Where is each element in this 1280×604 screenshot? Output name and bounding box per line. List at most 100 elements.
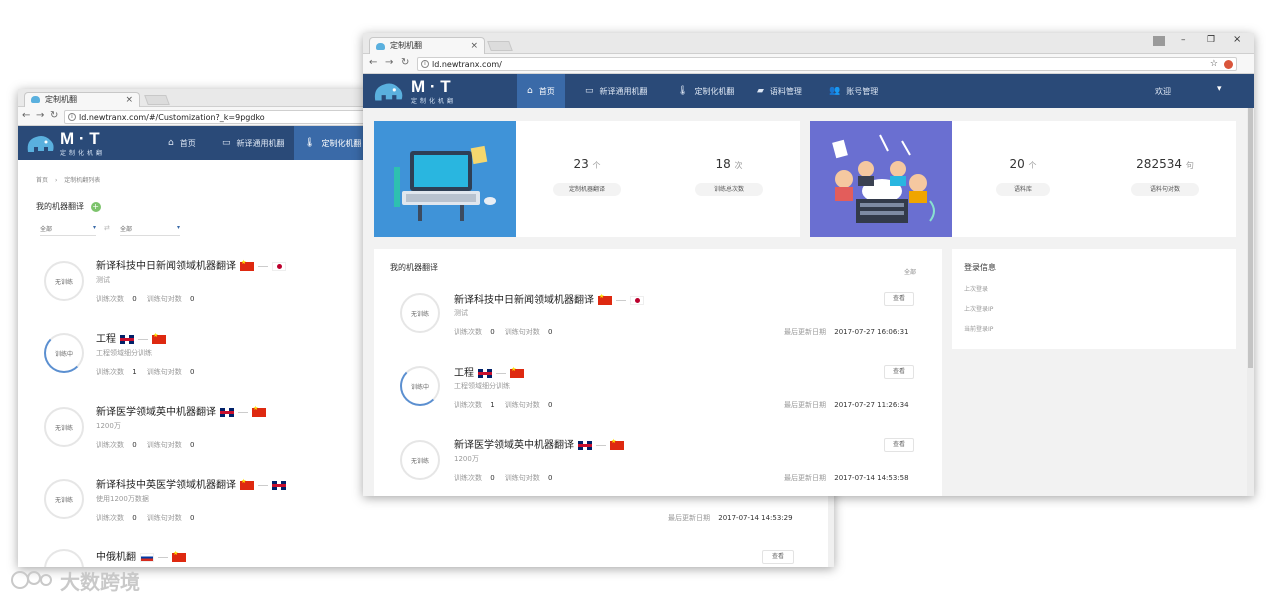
item-2-stats: 训练次数 0 训练句对数 0 [454,473,552,483]
last-login-ip-label: 上次登录IP [964,306,994,313]
reload-icon[interactable]: ↻ [50,110,58,121]
back-arrow-icon[interactable]: ← [22,110,30,121]
stat-value: 0 [547,474,553,482]
front-scrollbar-thumb[interactable] [1248,108,1253,368]
front-browser-window: 定制机翻 × – ❐ × ← → ↻ i ld.newtranx.com/ ☆ … [363,33,1254,496]
back-item-3-stats: 训练次数 0 训练句对数 0 [96,513,194,523]
filter-select-2[interactable]: 全部 ▾ [120,224,180,236]
minimize-icon[interactable]: – [1181,35,1186,45]
back-nav-general[interactable]: ▭ 新译通用机翻 [212,126,295,160]
profile-icon[interactable] [1153,36,1165,46]
front-tab[interactable]: 定制机翻 × [369,37,485,54]
extension-icon[interactable] [1224,60,1233,69]
filter-select-1[interactable]: 全部 ▾ [40,224,96,236]
back-nav-home[interactable]: ⌂ 首页 [158,126,206,160]
restore-icon[interactable]: ❐ [1207,35,1215,45]
back-url-text: ld.newtranx.com/#/Customization?_k=9pgdk… [79,113,265,122]
status-text: 无训练 [54,496,73,504]
back-item-3-title[interactable]: 新译科技中英医学领域机器翻译 [96,476,286,491]
back-item-2-title[interactable]: 新译医学领域英中机器翻译 [96,403,266,418]
china-flag-icon [240,478,254,490]
item-0-desc: 测试 [454,309,468,317]
filter-2-value: 全部 [120,226,133,233]
item-1-updated: 最后更新日期 2017-07-27 11:26:34 [784,400,909,410]
nav-corpus[interactable]: ▰ 语料管理 [747,74,812,108]
item-2-view-button[interactable]: 查看 [884,438,914,452]
back-item-0-stats: 训练次数 0 训练句对数 0 [96,294,194,304]
view-all-link[interactable]: 全部 [904,267,916,276]
status-ring: 无训练 [400,440,440,480]
back-item-0-title[interactable]: 新译科技中日新闻领域机器翻译 [96,257,286,272]
stat-unit: 个 [592,161,601,170]
add-icon[interactable]: + [90,202,101,212]
back-arrow-icon[interactable]: ← [369,57,377,68]
item-2-title[interactable]: 新译医学领域英中机器翻译 [454,436,624,451]
forward-arrow-icon[interactable]: → [36,110,44,121]
stat-value: 0 [189,368,195,376]
forward-arrow-icon[interactable]: → [385,57,393,68]
back-item-4-view-button[interactable]: 查看 [762,550,794,564]
arrow-icon [258,484,268,486]
stat-value: 0 [547,328,553,336]
stat-models-label: 定制机器翻译 [553,183,621,196]
front-url-bar[interactable]: i ld.newtranx.com/ ☆ [417,57,1237,71]
stat-label: 训练句对数 [504,328,540,336]
login-info-panel: 登录信息 上次登录 上次登录IP 当前登录IP [952,249,1236,349]
arrow-icon [596,444,606,446]
back-item-2-stats: 训练次数 0 训练句对数 0 [96,440,194,450]
back-nav-custom[interactable]: 🌡 定制化机翻 [294,126,372,160]
back-item-4-title[interactable]: 中俄机翻 [96,548,186,563]
updated-label: 最后更新日期 [784,474,826,482]
swap-icon[interactable]: ⇄ [104,224,110,232]
china-flag-icon [152,332,166,344]
new-tab-button[interactable] [144,95,170,105]
watermark-text: 大数跨境 [60,569,140,594]
info-icon: i [421,60,429,68]
laptop-illustration-icon [394,145,496,221]
stat-label: 训练次数 [96,514,124,522]
nav-home[interactable]: ⌂ 首页 [517,74,565,108]
close-tab-icon[interactable]: × [470,38,478,54]
item-0-stats: 训练次数 0 训练句对数 0 [454,327,552,337]
stat-sentences: 282534 句 [1094,157,1236,171]
nav-general-mt-label: 新译通用机翻 [599,86,648,96]
stat-value: 0 [132,514,137,522]
stat-value: 0 [132,295,137,303]
back-url-bar[interactable]: i ld.newtranx.com/#/Customization?_k=9pg… [64,110,404,124]
close-window-icon[interactable]: × [1233,34,1241,45]
status-ring: 无训练 [44,479,84,519]
item-title: 新译科技中日新闻领域机器翻译 [454,295,594,306]
welcome-text: 欢迎 [1155,87,1171,96]
item-1-title[interactable]: 工程 [454,364,524,379]
item-title: 中俄机翻 [96,552,136,563]
uk-flag-icon [272,480,286,490]
user-menu-caret-icon[interactable]: ▾ [1217,84,1222,94]
home-icon: ⌂ [527,86,533,96]
hero-people-illustration [810,121,952,237]
bookmark-star-icon[interactable]: ☆ [1210,58,1218,71]
back-item-1-title[interactable]: 工程 [96,330,166,345]
back-item-3-desc: 使用1200万数据 [96,495,149,503]
status-ring: 训练中 [44,333,84,373]
hero-laptop-illustration [374,121,516,237]
item-title: 新译医学领域英中机器翻译 [96,407,216,418]
nav-custom-mt[interactable]: 🌡 定制化机翻 [667,74,744,108]
stat-label: 训练句对数 [146,514,182,522]
new-tab-button[interactable] [487,41,513,51]
item-0-view-button[interactable]: 查看 [884,292,914,306]
back-tab[interactable]: 定制机翻 × [24,92,140,107]
front-scrollbar[interactable] [1247,108,1254,496]
item-0-title[interactable]: 新译科技中日新闻领域机器翻译 [454,291,644,306]
close-tab-icon[interactable]: × [125,93,133,107]
item-1-stats: 训练次数 1 训练句对数 0 [454,400,552,410]
caret-down-icon: ▾ [92,224,96,231]
item-title: 工程 [96,334,116,345]
nav-account[interactable]: 👥 账号管理 [819,74,888,108]
item-title: 新译科技中英医学领域机器翻译 [96,480,236,491]
breadcrumb-home[interactable]: 首页 [36,177,48,184]
item-1-view-button[interactable]: 查看 [884,365,914,379]
reload-icon[interactable]: ↻ [401,57,409,68]
nav-general-mt[interactable]: ▭ 新译通用机翻 [575,74,658,108]
updated-label: 最后更新日期 [668,514,710,522]
stat-label: 训练句对数 [146,368,182,376]
